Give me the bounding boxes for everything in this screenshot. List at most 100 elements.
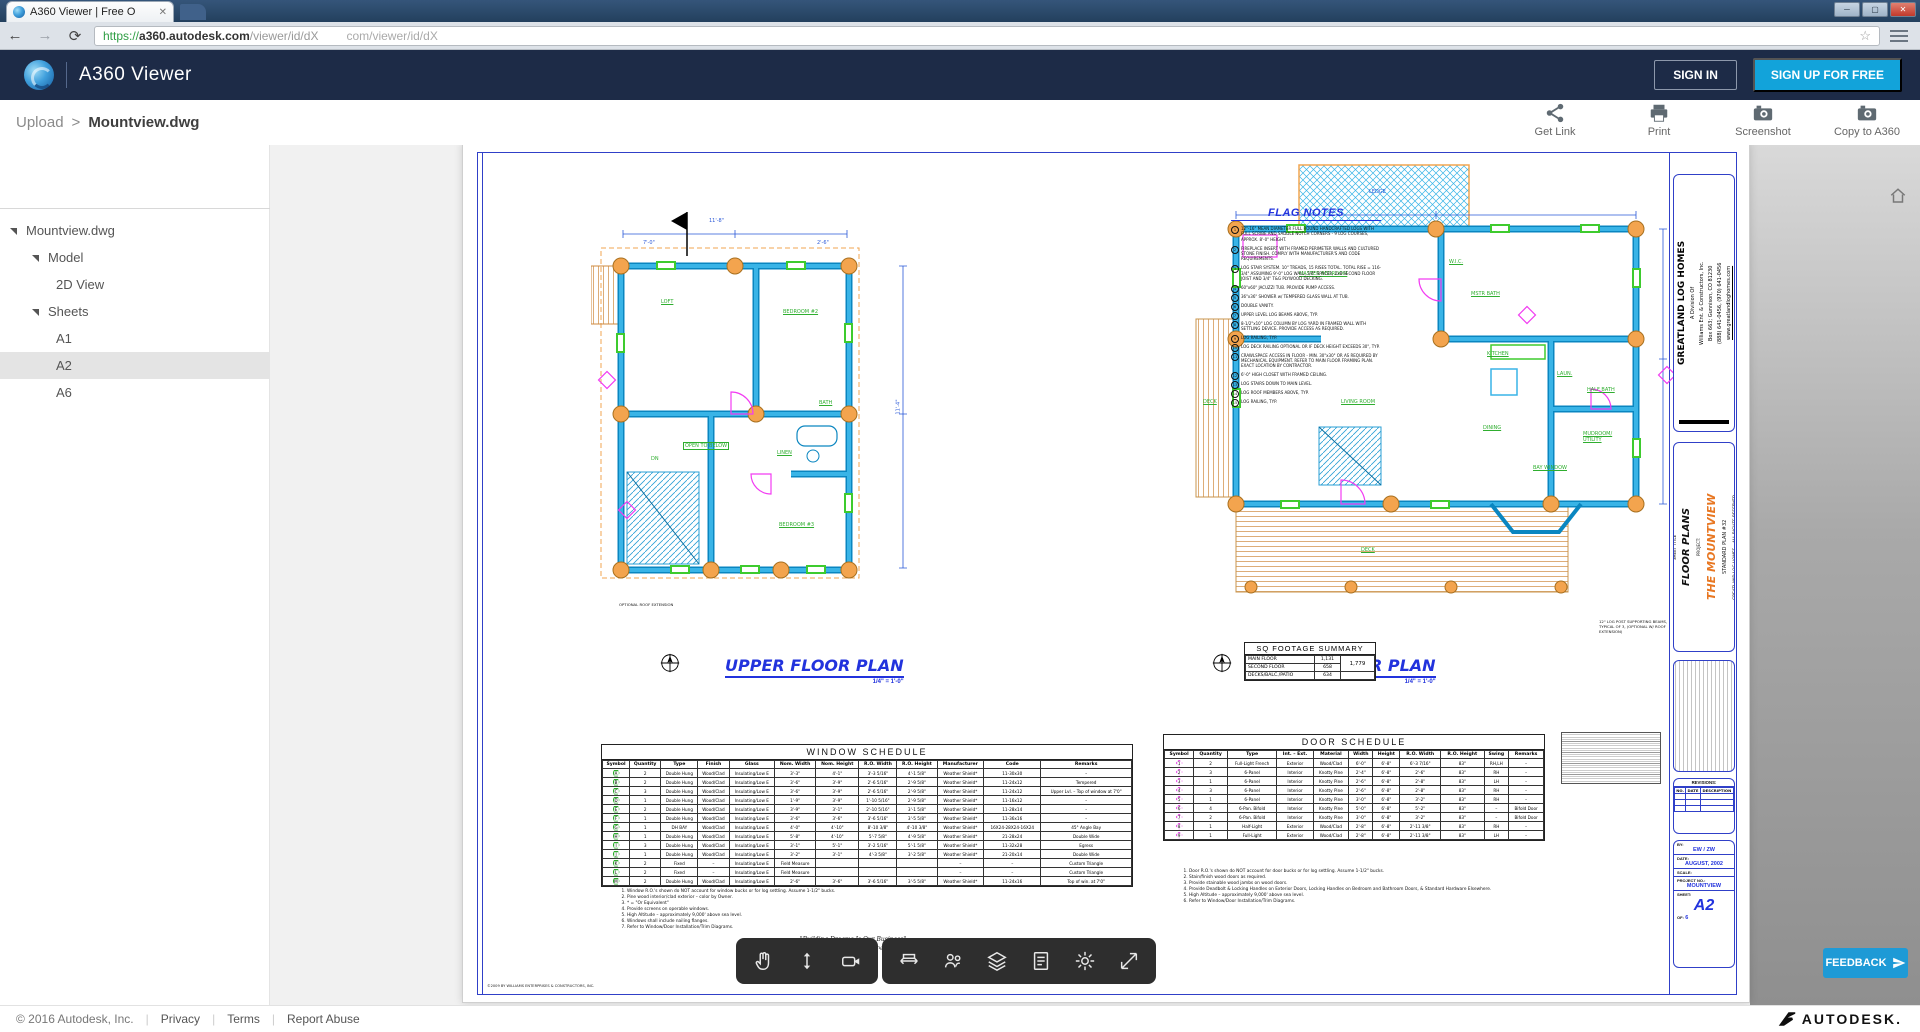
screenshot-button[interactable]: Screenshot (1724, 102, 1802, 138)
tree-item-sheet-a2-selected[interactable]: A2 (0, 352, 270, 379)
properties-icon[interactable] (1024, 944, 1058, 978)
url-bar[interactable]: https://a360.autodesk.com/viewer/id/dXco… (94, 26, 1880, 46)
copy-to-a360-button[interactable]: Copy to A360 (1828, 102, 1906, 138)
room-label: DECK (1203, 399, 1217, 405)
browser-menu-icon[interactable] (1890, 30, 1908, 42)
home-view-icon[interactable] (1888, 187, 1908, 205)
tab-close-icon[interactable]: ✕ (159, 7, 167, 18)
tree-label-root: Mountview.dwg (26, 223, 115, 238)
legal-text-block (1561, 732, 1661, 784)
dimension-label: 7'-0" (643, 240, 655, 246)
close-button[interactable]: ✕ (1890, 2, 1916, 17)
caret-expanded-icon[interactable] (32, 309, 39, 316)
upper-plan-title: UPPER FLOOR PLAN (725, 656, 904, 678)
browser-tab[interactable]: A360 Viewer | Free O ✕ (6, 1, 174, 22)
sheet-title-label: SHEET TITLE (1673, 449, 1677, 645)
project-label: PROJECT: (1696, 449, 1701, 645)
app-title: A360 Viewer (79, 64, 192, 86)
sqft-total: 1,779 (1341, 656, 1375, 672)
date-value: AUGUST, 2002 (1677, 861, 1731, 867)
sign-up-button[interactable]: SIGN UP FOR FREE (1753, 58, 1902, 92)
rev-col-desc: DESCRIPTION (1700, 788, 1733, 794)
breadcrumb-bar: Upload > Mountview.dwg Get Link Print Sc… (0, 100, 1920, 145)
zoom-icon[interactable] (790, 944, 824, 978)
room-label: DECK (1361, 547, 1375, 553)
sq-footage-summary: SQ FOOTAGE SUMMARY MAIN FLOOR1,1311,779 … (1244, 642, 1376, 681)
model-tree: Mountview.dwg Model 2D View Sheets A1 A2… (0, 217, 270, 406)
feedback-button[interactable]: FEEDBACK (1823, 948, 1908, 978)
toolbar-group-tools (882, 938, 1156, 984)
upper-floor-plan-drawing: LOFT BEDROOM #2 BATH LINEN OPEN TO BELOW… (591, 204, 921, 634)
layers-icon[interactable] (980, 944, 1014, 978)
north-arrow-icon (1211, 652, 1233, 674)
autodesk-mark-icon (1778, 1011, 1796, 1027)
north-arrow-icon (659, 652, 681, 674)
terms-link[interactable]: Terms (227, 1012, 260, 1026)
camera-icon (1752, 102, 1774, 124)
bookmark-star-icon[interactable]: ☆ (1859, 28, 1871, 44)
tree-item-sheet-a1[interactable]: A1 (0, 325, 270, 352)
back-icon[interactable]: ← (0, 27, 30, 44)
pan-icon[interactable] (746, 944, 780, 978)
maximize-button[interactable]: ▢ (1862, 2, 1888, 17)
tree-label-a2: A2 (56, 358, 72, 373)
breadcrumb: Upload > Mountview.dwg (16, 114, 199, 131)
url-scheme: https:// (103, 29, 139, 43)
measure-icon[interactable] (892, 944, 926, 978)
sheet-no-value: A2 (1677, 897, 1731, 915)
browser-window: A360 Viewer | Free O ✕ ─ ▢ ✕ ← → ⟳ https… (0, 0, 1920, 1032)
autodesk-logo: AUTODESK. (1778, 1011, 1902, 1027)
sqft-row-value: 634 (1315, 672, 1341, 680)
print-button[interactable]: Print (1620, 102, 1698, 138)
forward-icon[interactable]: → (30, 27, 60, 44)
flag-notes: FLAG NOTES 12"-16" MEAN DIAMETER FULL RO… (1231, 207, 1381, 408)
feedback-label: FEEDBACK (1825, 957, 1886, 969)
tree-item-model[interactable]: Model (0, 244, 270, 271)
get-link-button[interactable]: Get Link (1516, 102, 1594, 138)
tree-label-a1: A1 (56, 331, 72, 346)
company-web: www.greatlandloghomes.com (1726, 183, 1732, 423)
drawing-sheet-a2[interactable]: LOFT BEDROOM #2 BATH LINEN OPEN TO BELOW… (462, 145, 1750, 1003)
room-label: LINEN (777, 450, 792, 456)
breadcrumb-filename: Mountview.dwg (88, 114, 199, 131)
dimension-label: 2'-6" (817, 240, 829, 246)
sign-in-button[interactable]: SIGN IN (1654, 60, 1737, 90)
upper-plan-scale: 1/4" = 1'-0" (725, 679, 904, 685)
a360-logo-icon (24, 60, 54, 90)
tree-item-sheet-a6[interactable]: A6 (0, 379, 270, 406)
title-block: GREATLAND LOG HOMES A Division Of Willia… (1673, 174, 1735, 974)
door-schedule: DOOR SCHEDULE SymbolQuantityTypeInt. – E… (1163, 734, 1545, 841)
tree-item-2d-view[interactable]: 2D View (0, 271, 270, 298)
room-label: LOFT (661, 299, 673, 305)
new-tab-button[interactable] (180, 4, 206, 20)
breadcrumb-upload[interactable]: Upload (16, 114, 64, 131)
refresh-icon[interactable]: ⟳ (60, 27, 90, 45)
room-label: W.I.C. (1449, 259, 1463, 265)
sheet-info-block: BY:EW / ZW DATE:AUGUST, 2002 SCALE: PROJ… (1673, 840, 1735, 968)
camera-copy-icon (1856, 102, 1878, 124)
minimize-button[interactable]: ─ (1834, 2, 1860, 17)
caret-expanded-icon[interactable] (10, 228, 17, 235)
favicon-a360 (13, 6, 25, 18)
legal-paragraph-block (1673, 660, 1735, 772)
room-label: KITCHEN (1487, 351, 1509, 357)
orbit-camera-icon[interactable] (834, 944, 868, 978)
send-plane-icon (1892, 956, 1906, 970)
flag-notes-title: FLAG NOTES (1231, 207, 1381, 221)
room-label: LEDGE (1369, 189, 1386, 195)
url-host: a360.autodesk.com (139, 29, 250, 43)
caret-expanded-icon[interactable] (32, 255, 39, 262)
privacy-link[interactable]: Privacy (161, 1012, 200, 1026)
sqft-row-value: 658 (1315, 664, 1341, 672)
sidebar-divider (0, 208, 270, 209)
fullscreen-icon[interactable] (1112, 944, 1146, 978)
model-browser-icon[interactable] (936, 944, 970, 978)
viewer-canvas[interactable]: LOFT BEDROOM #2 BATH LINEN OPEN TO BELOW… (270, 145, 1920, 1005)
room-label: LAUN. (1557, 371, 1572, 377)
tree-item-sheets[interactable]: Sheets (0, 298, 270, 325)
settings-gear-icon[interactable] (1068, 944, 1102, 978)
report-abuse-link[interactable]: Report Abuse (287, 1012, 360, 1026)
tree-item-root[interactable]: Mountview.dwg (0, 217, 270, 244)
autodesk-wordmark: AUTODESK. (1802, 1011, 1902, 1027)
room-label: BAY WINDOW (1533, 465, 1567, 471)
